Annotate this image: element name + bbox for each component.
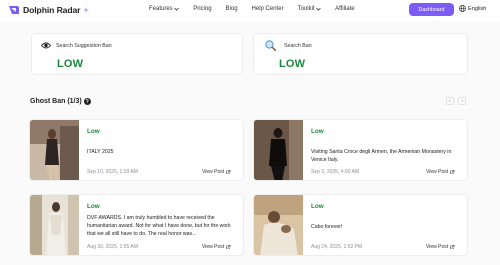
post-caption: Cabo forever! (311, 224, 343, 230)
sparkle-icon (83, 7, 90, 13)
chevron-right-icon (461, 99, 464, 103)
language-selector[interactable]: English (459, 5, 486, 12)
ban-level-value: LOW (279, 58, 306, 70)
post-caption: Visiting Santa Croce degli Armen, the Ar… (311, 149, 452, 164)
section-title-text: Ghost Ban (1/3) (30, 98, 82, 105)
nav-label: Toolkit (297, 6, 315, 12)
view-post-link[interactable]: View Post (426, 169, 455, 175)
post-caption: DVF AWARDS. I am truly humbled to have r… (87, 215, 231, 238)
view-post-link[interactable]: View Post (426, 244, 455, 250)
nav-label: Blog (225, 6, 238, 12)
ghost-ban-title: Ghost Ban (1/3) ? (30, 98, 91, 105)
brand-logo[interactable]: Dolphin Radar (8, 4, 90, 16)
eye-icon (41, 42, 51, 49)
dashboard-button[interactable]: Dashboard (409, 3, 454, 16)
external-link-icon (450, 244, 455, 250)
external-link-icon (450, 169, 455, 175)
dolphin-logo-icon (9, 6, 19, 14)
chevron-down-icon (316, 7, 321, 11)
prev-page-button[interactable] (446, 97, 454, 105)
main-nav: Features Pricing Blog Help Center Toolki… (149, 6, 369, 12)
help-icon[interactable]: ? (83, 98, 91, 105)
nav-label: Pricing (193, 6, 212, 12)
post-card: Low ITALY 2025 Sep 10, 2025, 1:03 AM Vie… (29, 119, 244, 181)
ban-level: Low (311, 128, 324, 135)
brand-name: Dolphin Radar (23, 5, 81, 15)
magnifier-icon (265, 40, 276, 51)
nav-item-blog[interactable]: Blog (226, 6, 238, 12)
top-header: Dolphin Radar Features Pricing Blog Help… (0, 0, 500, 21)
post-date: Sep 3, 2025, 4:00 AM (311, 169, 360, 175)
search-suggestion-ban-card: Search Suggestion Ban LOW (31, 33, 243, 75)
globe-icon (459, 5, 466, 12)
ban-level: Low (87, 128, 100, 135)
post-card: Low Cabo forever! Aug 24, 2025, 1:52 PM … (253, 194, 468, 256)
view-post-link[interactable]: View Post (202, 169, 231, 175)
nav-item-toolkit[interactable]: Toolkit (298, 6, 322, 12)
ban-level: Low (311, 203, 324, 210)
post-caption: ITALY 2025 (87, 149, 114, 155)
external-link-icon (226, 244, 231, 250)
next-page-button[interactable] (458, 97, 466, 105)
ban-level: Low (87, 203, 100, 210)
card-label: Search Suggestion Ban (56, 43, 112, 49)
post-date: Aug 30, 2025, 1:55 AM (87, 244, 138, 250)
post-thumbnail[interactable] (254, 195, 303, 256)
view-post-label: View Post (426, 244, 449, 250)
view-post-label: View Post (426, 169, 449, 175)
chevron-down-icon (174, 7, 179, 11)
chevron-left-icon (448, 99, 451, 103)
nav-item-help-center[interactable]: Help Center (252, 6, 284, 12)
language-label: English (468, 5, 487, 12)
search-ban-card: Search Ban LOW (253, 33, 468, 75)
card-label: Search Ban (284, 43, 312, 49)
nav-label: Features (149, 6, 173, 12)
nav-item-affiliate[interactable]: Affiliate (335, 6, 355, 12)
nav-label: Affiliate (335, 6, 355, 12)
post-thumbnail[interactable] (30, 195, 79, 256)
post-thumbnail[interactable] (30, 120, 79, 181)
ban-level-value: LOW (57, 58, 84, 70)
nav-item-features[interactable]: Features (149, 6, 179, 12)
post-card: Low Visiting Santa Croce degli Armen, th… (253, 119, 468, 181)
view-post-label: View Post (202, 169, 225, 175)
nav-item-pricing[interactable]: Pricing (193, 6, 211, 12)
post-card: Low DVF AWARDS. I am truly humbled to ha… (29, 194, 244, 256)
nav-label: Help Center (251, 6, 284, 12)
post-date: Aug 24, 2025, 1:52 PM (311, 244, 363, 250)
view-post-label: View Post (202, 244, 225, 250)
post-date: Sep 10, 2025, 1:03 AM (87, 169, 138, 175)
view-post-link[interactable]: View Post (202, 244, 231, 250)
external-link-icon (226, 169, 231, 175)
post-thumbnail[interactable] (254, 120, 303, 181)
